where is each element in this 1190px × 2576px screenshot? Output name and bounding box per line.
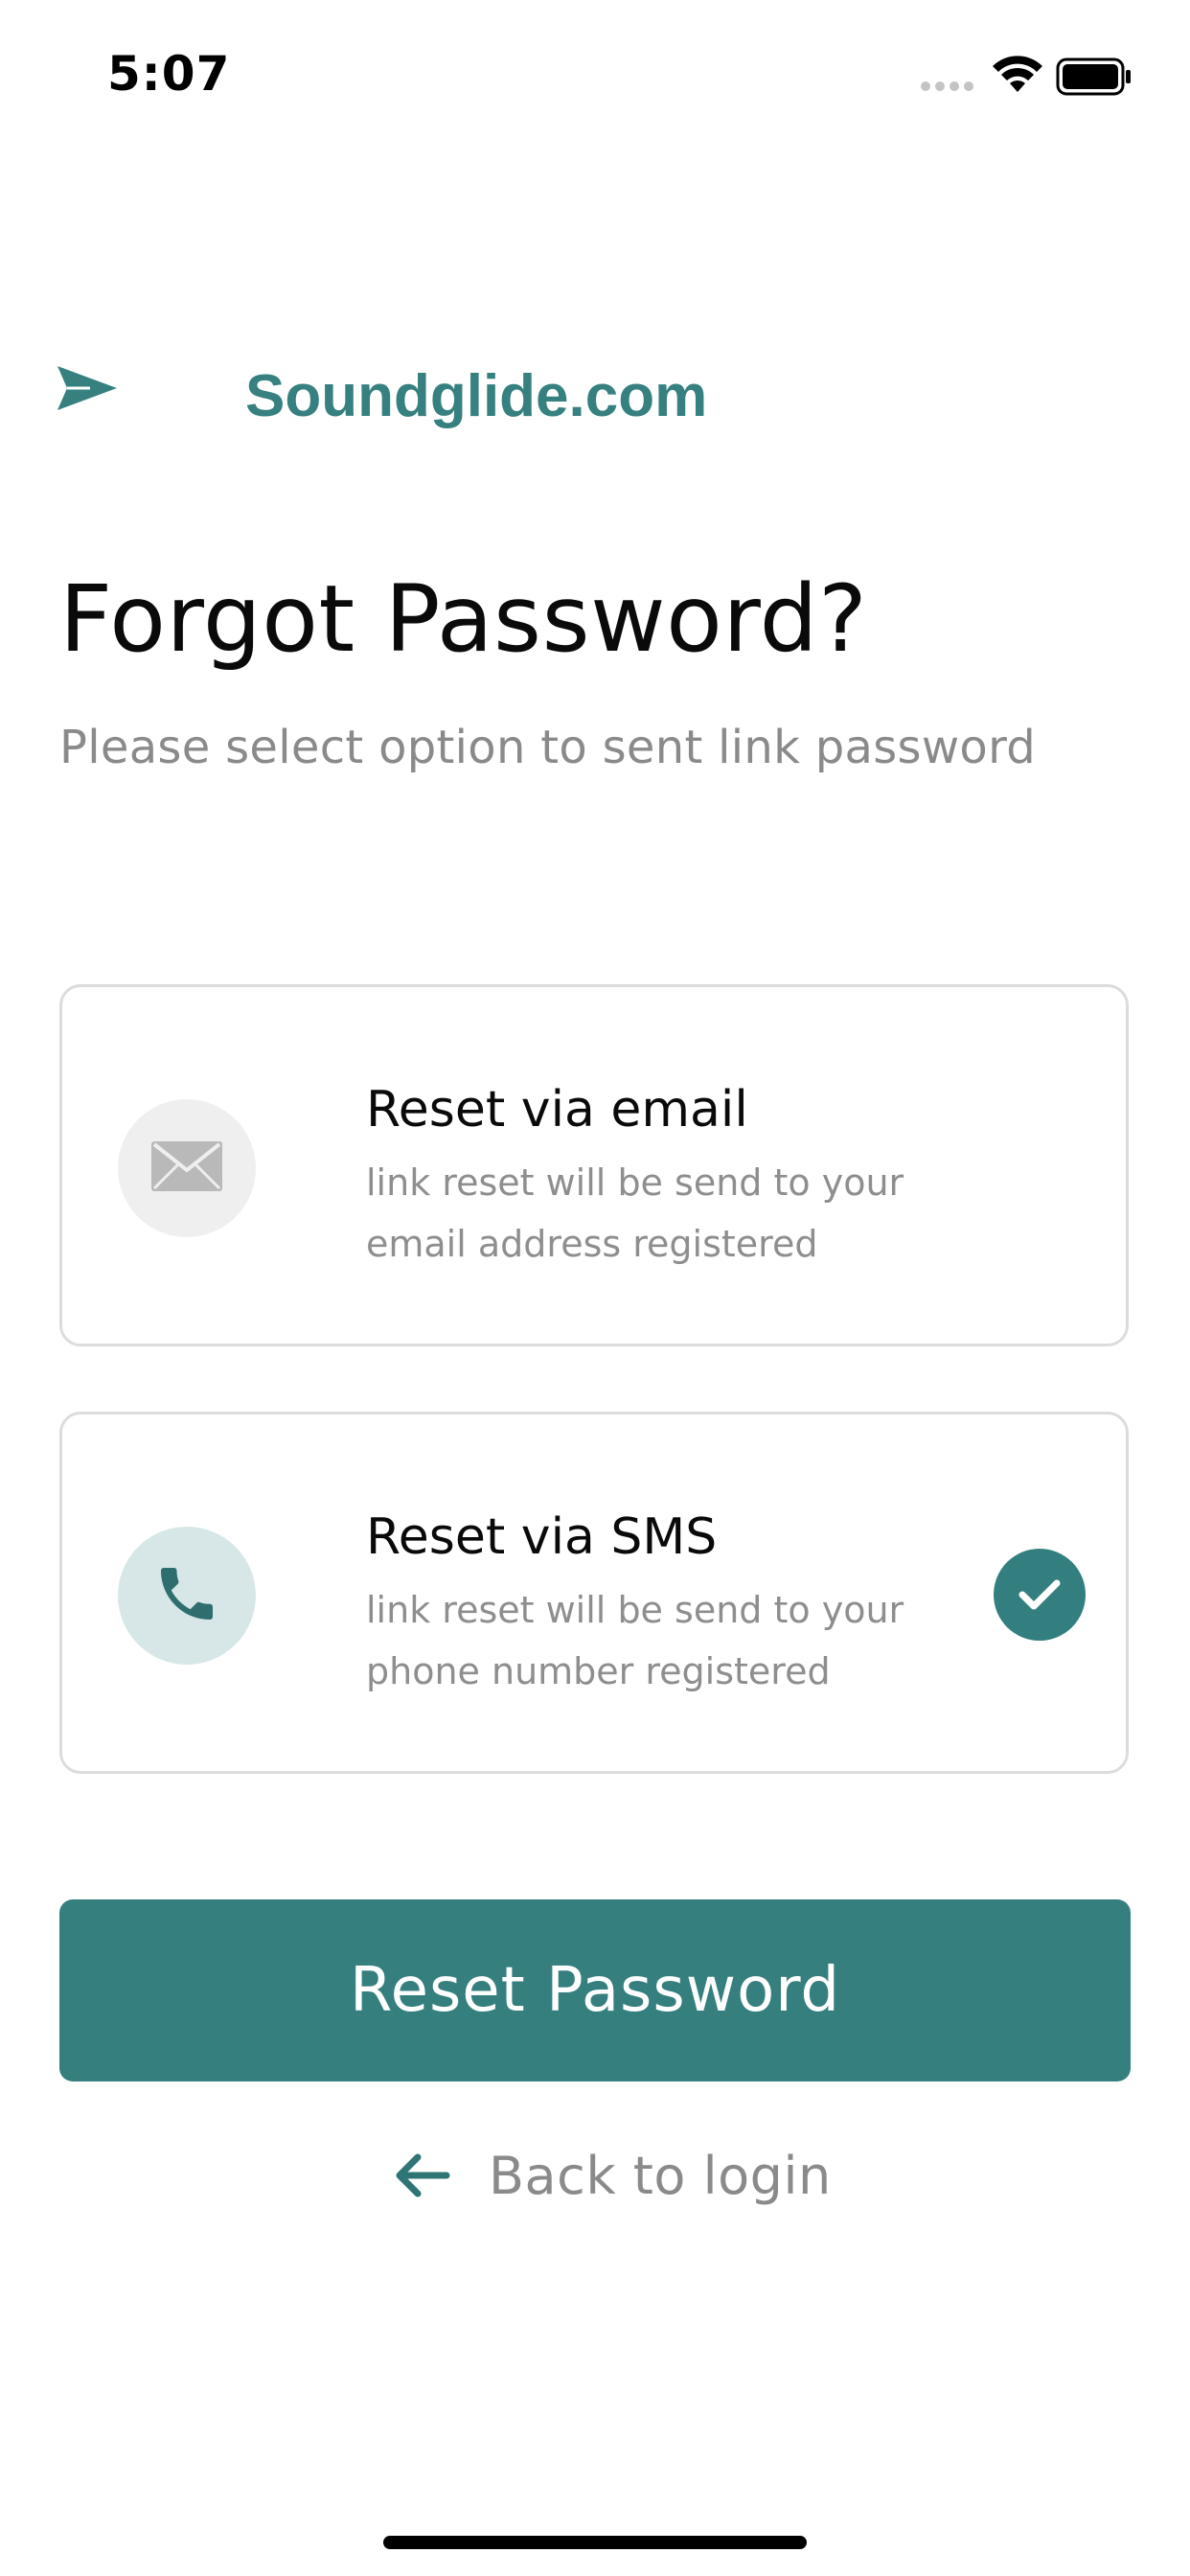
back-to-login-label: Back to login <box>489 2145 832 2206</box>
paper-plane-icon <box>57 366 117 415</box>
status-time: 5:07 <box>107 46 231 102</box>
email-icon-circle <box>118 1099 256 1237</box>
option-description: link reset will be send to your phone nu… <box>366 1589 904 1692</box>
phone-icon <box>152 1559 221 1633</box>
status-bar: 5:07 <box>0 0 1190 144</box>
wifi-icon <box>991 54 1044 99</box>
arrow-left-icon <box>393 2151 450 2199</box>
page-title: Forgot Password? <box>59 565 868 673</box>
back-to-login-link[interactable]: Back to login <box>393 2137 832 2214</box>
home-indicator[interactable] <box>383 2536 807 2549</box>
phone-icon-circle <box>118 1527 256 1665</box>
battery-icon <box>1056 58 1133 101</box>
envelope-icon <box>151 1140 222 1196</box>
reset-via-sms-option[interactable]: Reset via SMS link reset will be send to… <box>59 1412 1129 1774</box>
option-title: Reset via SMS <box>366 1508 718 1566</box>
reset-password-button[interactable]: Reset Password <box>59 1899 1131 2082</box>
selected-check-icon <box>994 1549 1086 1641</box>
brand-name: Soundglide.com <box>245 363 708 429</box>
cellular-signal-icon <box>920 79 977 99</box>
reset-via-email-option[interactable]: Reset via email link reset will be send … <box>59 984 1129 1346</box>
option-title: Reset via email <box>366 1081 748 1138</box>
page-subtitle: Please select option to sent link passwo… <box>59 721 1037 774</box>
option-description: link reset will be send to your email ad… <box>366 1162 904 1265</box>
